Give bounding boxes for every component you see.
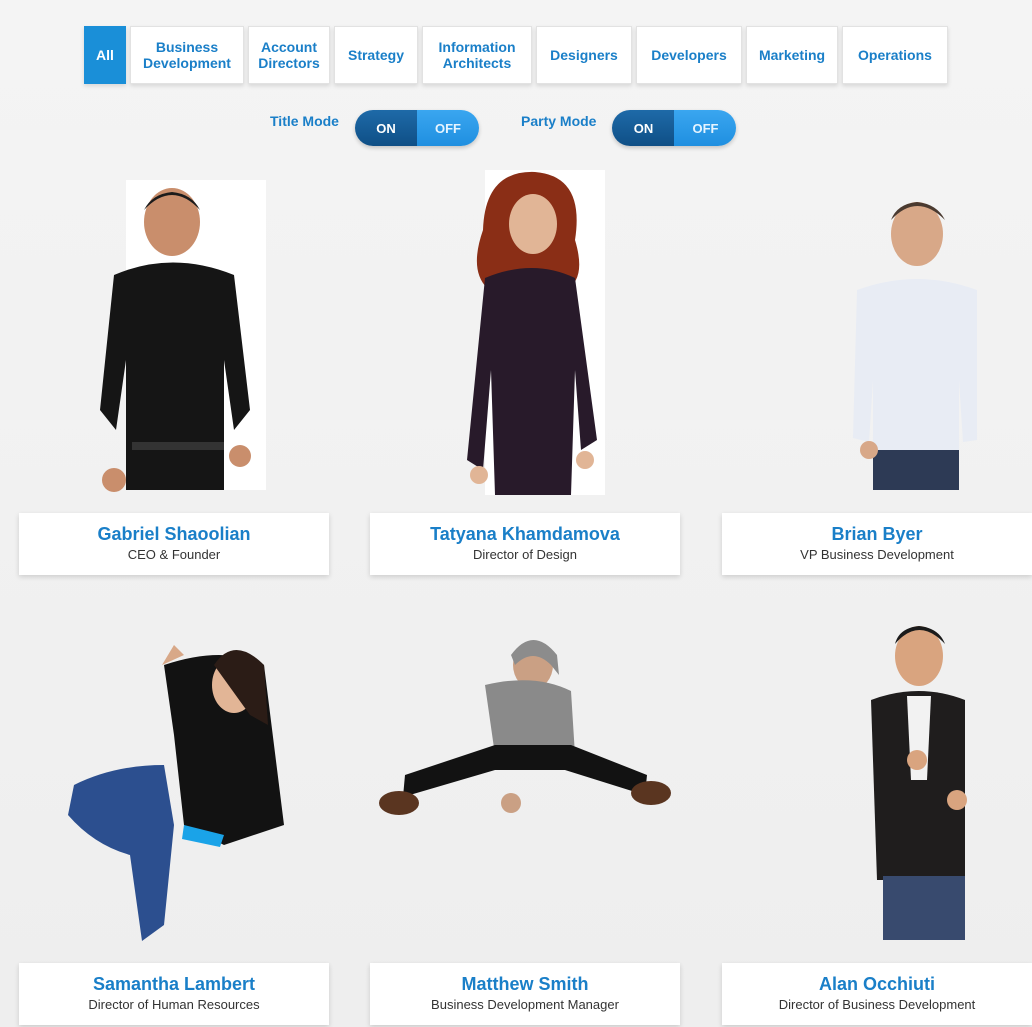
member-role: Director of Human Resources (88, 997, 260, 1012)
filter-business-development[interactable]: Business Development (130, 26, 244, 84)
filter-developers[interactable]: Developers (636, 26, 742, 84)
member-name: Tatyana Khamdamova (430, 524, 620, 544)
team-page: All Business Development Account Directo… (0, 0, 1032, 1027)
member-name: Brian Byer (831, 524, 923, 544)
person-photo-icon (467, 170, 605, 495)
team-member-card[interactable]: Alan Occhiuti Director of Business Devel… (722, 595, 1032, 1025)
member-role: VP Business Development (800, 547, 954, 562)
member-photo (722, 160, 1032, 490)
filter-information-architects[interactable]: Information Architects (422, 26, 532, 84)
member-info: Tatyana Khamdamova Director of Design (370, 513, 680, 575)
filter-marketing[interactable]: Marketing (746, 26, 838, 84)
filter-account-directors[interactable]: Account Directors (248, 26, 330, 84)
party-mode-label: Party Mode (521, 113, 597, 129)
filter-designers[interactable]: Designers (536, 26, 632, 84)
person-photo-icon (68, 645, 284, 941)
mode-toggles: Title Mode ON OFF Party Mode ON OFF (0, 110, 1032, 146)
team-member-card[interactable]: Samantha Lambert Director of Human Resou… (19, 615, 329, 1025)
member-info: Alan Occhiuti Director of Business Devel… (722, 963, 1032, 1025)
member-role: Director of Design (472, 547, 578, 562)
team-member-card[interactable]: Matthew Smith Business Development Manag… (370, 615, 680, 1025)
title-mode-switch[interactable]: ON OFF (354, 110, 479, 146)
title-mode-off-button[interactable]: OFF (416, 110, 479, 146)
member-info: Matthew Smith Business Development Manag… (370, 963, 680, 1025)
team-member-card[interactable]: Gabriel Shaoolian CEO & Founder (19, 160, 329, 575)
filter-operations[interactable]: Operations (842, 26, 948, 84)
person-photo-icon (871, 626, 967, 940)
title-mode-toggle: Title Mode ON OFF (270, 110, 479, 146)
filter-strategy[interactable]: Strategy (334, 26, 418, 84)
member-name: Matthew Smith (461, 974, 589, 994)
member-role: CEO & Founder (127, 547, 221, 562)
person-photo-icon (379, 640, 671, 815)
member-photo (722, 595, 1032, 940)
team-member-card[interactable]: Tatyana Khamdamova Director of Design (370, 160, 680, 575)
member-photo (19, 615, 329, 945)
member-photo (370, 615, 680, 825)
party-mode-toggle: Party Mode ON OFF (521, 110, 737, 146)
party-mode-off-button[interactable]: OFF (674, 110, 737, 146)
filter-tabs: All Business Development Account Directo… (84, 26, 952, 84)
member-role: Business Development Manager (431, 997, 619, 1012)
title-mode-label: Title Mode (270, 113, 339, 129)
member-name: Alan Occhiuti (818, 974, 935, 994)
member-info: Brian Byer VP Business Development (722, 513, 1032, 575)
person-photo-icon (853, 202, 977, 490)
party-mode-switch[interactable]: ON OFF (612, 110, 737, 146)
member-photo (19, 160, 329, 500)
member-role: Director of Business Development (778, 997, 976, 1012)
member-info: Samantha Lambert Director of Human Resou… (19, 963, 329, 1025)
filter-all[interactable]: All (84, 26, 126, 84)
party-mode-on-button[interactable]: ON (612, 110, 675, 146)
member-info: Gabriel Shaoolian CEO & Founder (19, 513, 329, 575)
title-mode-on-button[interactable]: ON (354, 110, 417, 146)
person-photo-icon (100, 180, 266, 492)
member-name: Gabriel Shaoolian (97, 524, 251, 544)
team-member-card[interactable]: Brian Byer VP Business Development (722, 160, 1032, 575)
member-name: Samantha Lambert (92, 974, 256, 994)
member-photo (370, 160, 680, 500)
